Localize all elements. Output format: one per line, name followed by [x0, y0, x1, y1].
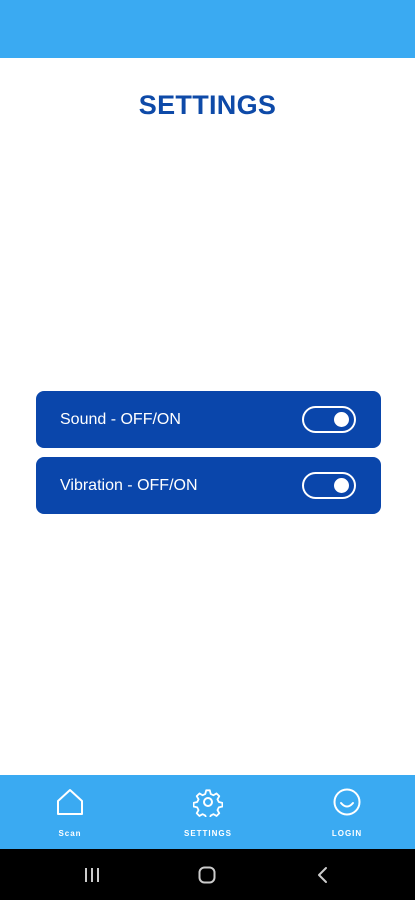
home-icon	[57, 789, 83, 815]
back-icon[interactable]	[313, 865, 333, 885]
recent-apps-icon[interactable]	[82, 865, 102, 885]
sound-setting-row: Sound - OFF/ON	[36, 391, 381, 448]
vibration-setting-label: Vibration - OFF/ON	[60, 476, 198, 494]
nav-item-settings[interactable]: SETTINGS	[158, 775, 258, 849]
nav-label-settings: SETTINGS	[183, 829, 232, 838]
nav-item-scan[interactable]: Scan	[20, 775, 120, 849]
sound-setting-label: Sound - OFF/ON	[60, 410, 181, 428]
bottom-nav: Scan SETTINGS LOGIN	[0, 775, 415, 849]
nav-item-login[interactable]: LOGIN	[297, 775, 397, 849]
toggle-knob	[334, 478, 349, 493]
system-home-icon[interactable]	[197, 865, 217, 885]
nav-label-scan: Scan	[58, 829, 82, 838]
status-bar	[0, 0, 415, 58]
vibration-setting-row: Vibration - OFF/ON	[36, 457, 381, 514]
settings-list: Sound - OFF/ON Vibration - OFF/ON	[36, 391, 381, 523]
toggle-knob	[334, 412, 349, 427]
sound-toggle[interactable]	[302, 406, 356, 433]
gear-icon	[193, 789, 223, 817]
page-title: SETTINGS	[138, 90, 277, 120]
system-nav-bar	[0, 849, 415, 900]
vibration-toggle[interactable]	[302, 472, 356, 499]
nav-label-login: LOGIN	[331, 829, 363, 838]
smiley-icon	[333, 788, 361, 816]
